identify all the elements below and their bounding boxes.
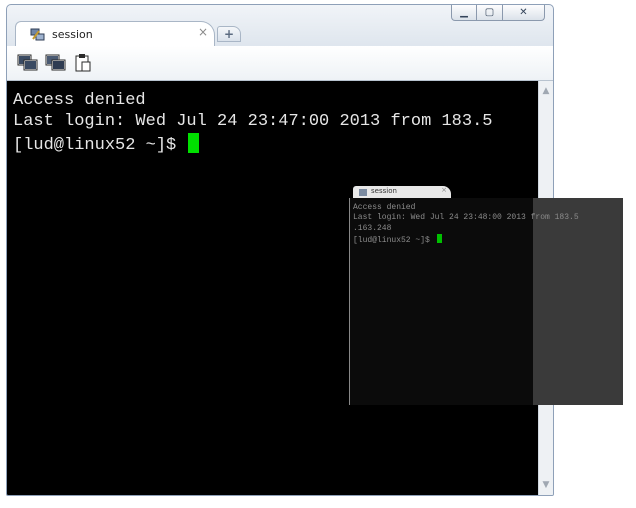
drag-preview-tab-label: session	[371, 187, 397, 195]
maximize-button[interactable]: ▢	[477, 5, 503, 21]
plus-icon: +	[223, 27, 235, 41]
drag-preview-line: Access denied	[353, 203, 416, 212]
drag-preview-body: Access denied Last login: Wed Jul 24 23:…	[349, 198, 623, 405]
drag-preview-prompt-line: [lud@linux52 ~]$	[353, 234, 442, 245]
duplicate-session-button[interactable]	[17, 53, 39, 73]
scroll-down-arrow-icon[interactable]: ▼	[540, 478, 552, 492]
drag-preview-close-icon: ×	[441, 186, 447, 194]
terminal-line: Last login: Wed Jul 24 23:47:00 2013 fro…	[13, 112, 493, 131]
drag-preview-line: .163.248	[353, 224, 392, 233]
tab-label: session	[52, 28, 93, 41]
new-tab-button[interactable]: +	[217, 26, 241, 42]
drag-preview-window: session × Access denied Last login: Wed …	[349, 186, 623, 405]
drag-preview-line: Last login: Wed Jul 24 23:48:00 2013 fro…	[353, 213, 579, 222]
terminal-line: Access denied	[13, 91, 146, 110]
drag-preview-shadow-area	[533, 198, 623, 405]
scroll-up-arrow-icon[interactable]: ▲	[540, 84, 552, 98]
duplicate-session-icon	[17, 54, 38, 71]
drag-preview-cursor	[436, 234, 442, 243]
caption-buttons: ▁ ▢ ✕	[451, 5, 545, 21]
new-session-button[interactable]	[45, 53, 67, 73]
terminal-prompt-line: [lud@linux52 ~]$	[13, 133, 200, 155]
drag-preview-prompt: [lud@linux52 ~]$	[353, 236, 435, 245]
close-button[interactable]: ✕	[503, 5, 545, 21]
clipboard-button[interactable]	[73, 53, 95, 73]
clipboard-icon	[75, 54, 91, 72]
new-session-icon	[45, 54, 66, 71]
minimize-button[interactable]: ▁	[451, 5, 477, 21]
terminal-cursor	[188, 133, 200, 153]
putty-icon	[359, 189, 367, 196]
tab-close-icon[interactable]: ×	[198, 25, 208, 39]
terminal-prompt: [lud@linux52 ~]$	[13, 136, 187, 155]
tab-session[interactable]: session ×	[15, 21, 215, 46]
tab-strip: session × +	[11, 21, 549, 46]
putty-icon	[30, 27, 46, 41]
toolbar	[7, 46, 553, 81]
